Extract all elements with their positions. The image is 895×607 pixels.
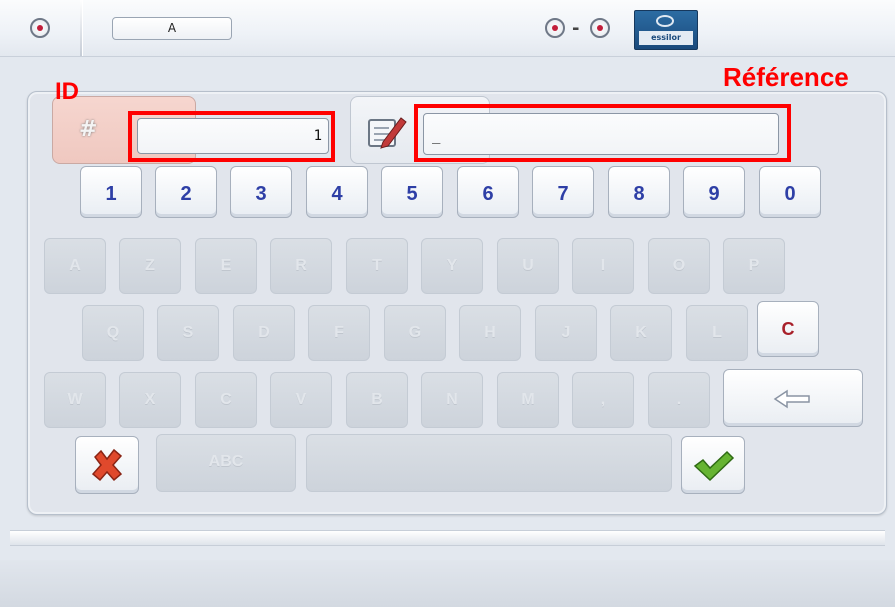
key-G: G (384, 305, 446, 361)
key-5[interactable]: 5 (381, 166, 443, 218)
key-D: D (233, 305, 295, 361)
key-comma: , (572, 372, 634, 428)
confirm-button[interactable] (681, 436, 745, 494)
bottom-bar (0, 560, 895, 607)
backspace-arrow-icon (773, 389, 810, 409)
key-L: L (686, 305, 748, 361)
key-W: W (44, 372, 106, 428)
key-N: N (421, 372, 483, 428)
annotation-reference-label: Référence (723, 62, 849, 92)
logo-icon: essilor (634, 10, 698, 50)
id-field[interactable]: 1 (137, 118, 329, 154)
key-A: A (44, 238, 106, 294)
key-2[interactable]: 2 (155, 166, 217, 218)
key-Y: Y (421, 238, 483, 294)
abc-key: ABC (156, 434, 296, 492)
key-0[interactable]: 0 (759, 166, 821, 218)
reference-field[interactable]: _ (423, 113, 779, 155)
pair-left-circle-icon[interactable] (545, 18, 565, 38)
logo-oval (656, 15, 674, 27)
key-period: . (648, 372, 710, 428)
pair-right-circle-icon[interactable] (590, 18, 610, 38)
key-F: F (308, 305, 370, 361)
key-M: M (497, 372, 559, 428)
key-P: P (723, 238, 785, 294)
cancel-button[interactable] (75, 436, 139, 494)
key-7[interactable]: 7 (532, 166, 594, 218)
key-T: T (346, 238, 408, 294)
key-C: C (195, 372, 257, 428)
key-U: U (497, 238, 559, 294)
backspace-key[interactable] (723, 369, 863, 427)
key-H: H (459, 305, 521, 361)
pair-dash: - (572, 18, 580, 39)
key-Z: Z (119, 238, 181, 294)
key-S: S (157, 305, 219, 361)
logo-text: essilor (639, 31, 693, 45)
key-J: J (535, 305, 597, 361)
key-O: O (648, 238, 710, 294)
key-8[interactable]: 8 (608, 166, 670, 218)
key-6[interactable]: 6 (457, 166, 519, 218)
top-divider (80, 0, 82, 56)
hash-icon: # (79, 117, 98, 142)
key-R: R (270, 238, 332, 294)
key-E: E (195, 238, 257, 294)
top-bar: A - essilor (0, 0, 895, 57)
annotation-id-label: ID (55, 78, 79, 105)
key-9[interactable]: 9 (683, 166, 745, 218)
top-tab-field[interactable]: A (112, 17, 232, 40)
key-3[interactable]: 3 (230, 166, 292, 218)
key-V: V (270, 372, 332, 428)
clear-key[interactable]: C (757, 301, 819, 357)
key-K: K (610, 305, 672, 361)
red-x-icon (91, 448, 123, 482)
key-X: X (119, 372, 181, 428)
key-1[interactable]: 1 (80, 166, 142, 218)
edit-pencil-icon (368, 117, 407, 149)
key-I: I (572, 238, 634, 294)
left-circle-icon[interactable] (30, 18, 50, 38)
key-Q: Q (82, 305, 144, 361)
bottom-strip (10, 530, 885, 546)
key-4[interactable]: 4 (306, 166, 368, 218)
key-B: B (346, 372, 408, 428)
space-bar (306, 434, 672, 492)
green-check-icon (693, 450, 735, 482)
